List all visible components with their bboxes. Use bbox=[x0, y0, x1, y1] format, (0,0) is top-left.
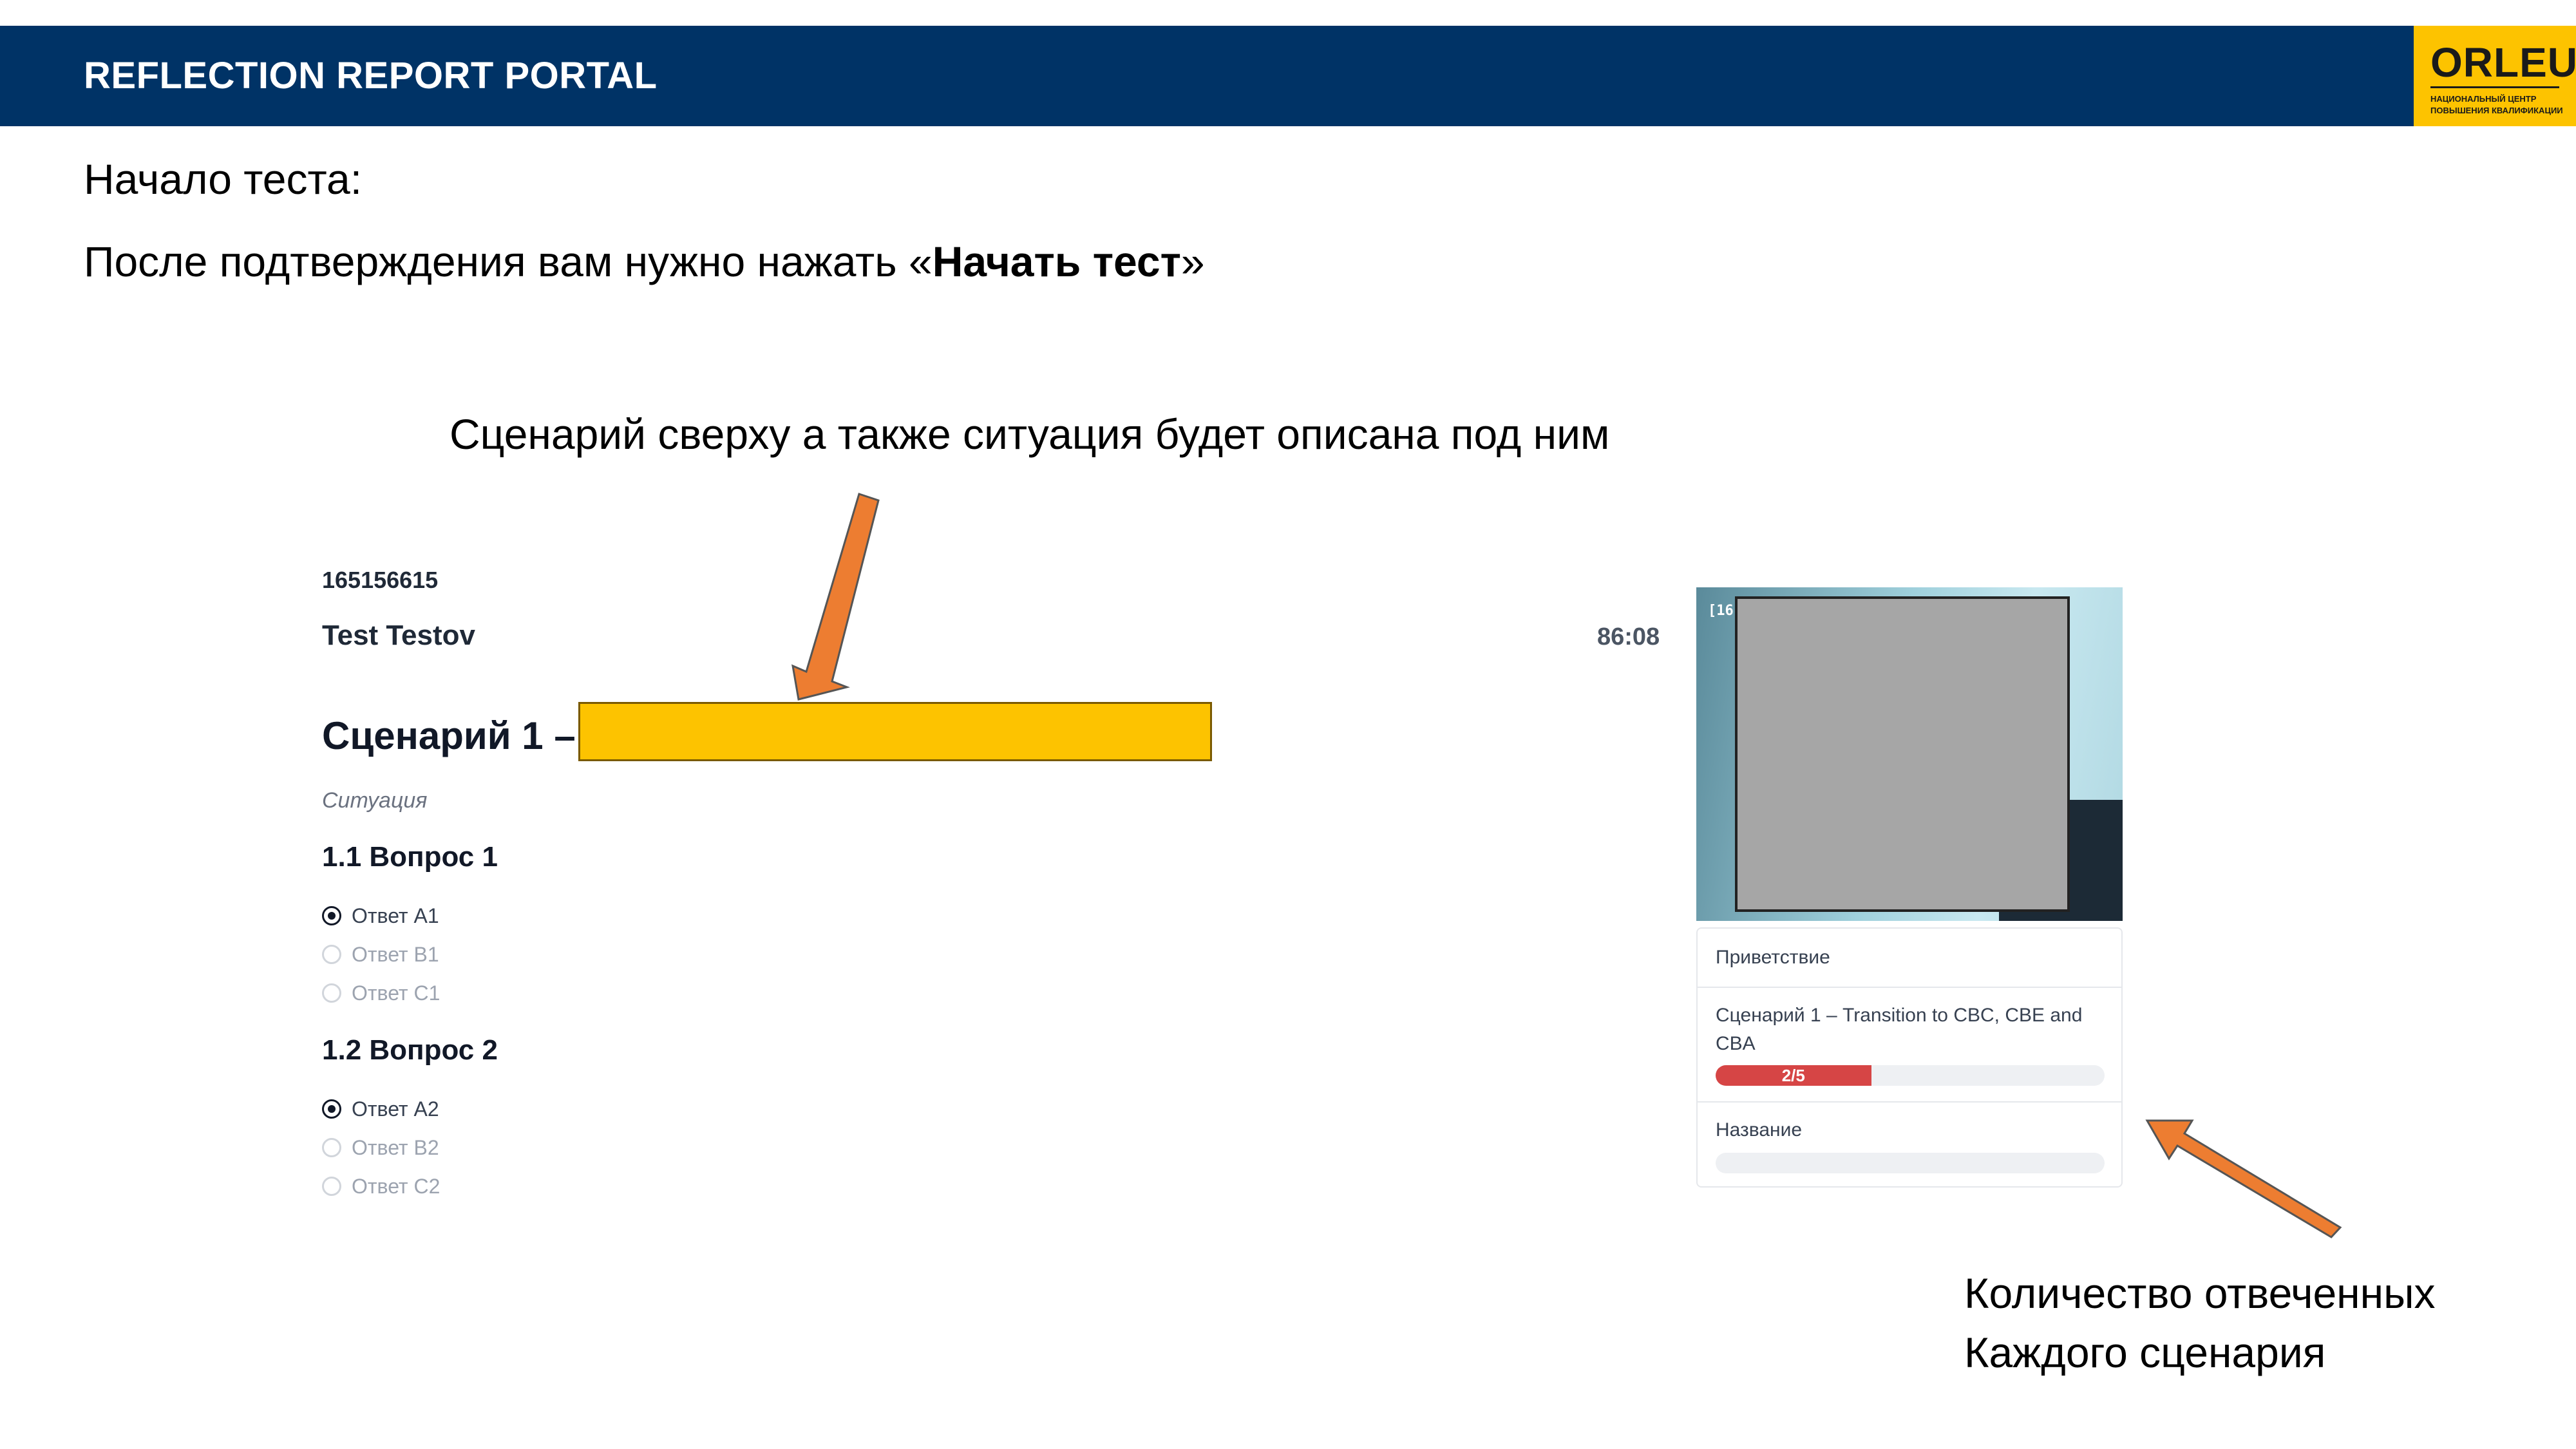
arrow-to-scenario bbox=[791, 493, 880, 701]
annotation-arrows bbox=[791, 493, 2342, 1238]
arrow-to-progress bbox=[2145, 1119, 2342, 1238]
